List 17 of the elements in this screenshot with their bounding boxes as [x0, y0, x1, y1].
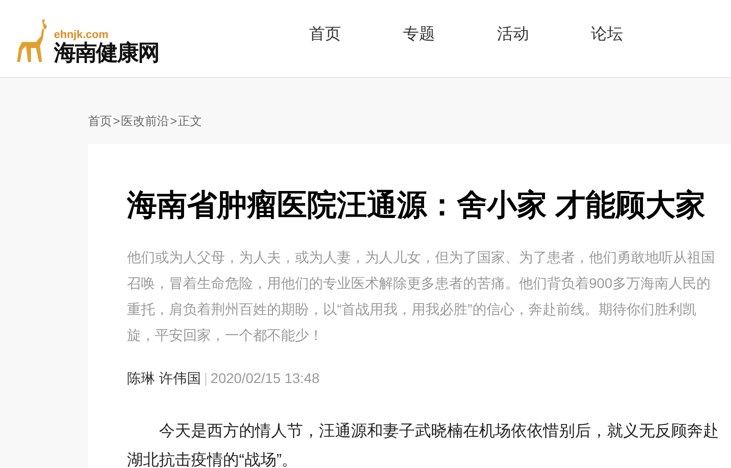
- meta-separator: |: [204, 369, 208, 388]
- breadcrumb-link[interactable]: 首页: [88, 112, 112, 130]
- logo-title: 海南健康网: [54, 42, 159, 64]
- breadcrumb-link[interactable]: 医改前沿: [121, 112, 170, 130]
- author-names: 陈琳 许伟国: [127, 369, 201, 388]
- nav-link[interactable]: 首页: [309, 22, 341, 46]
- breadcrumb-link[interactable]: 正文: [178, 112, 202, 130]
- article-summary: 他们或为人父母，为人夫，或为人妻，为人儿女，但为了国家、为了患者，他们勇敢地听从祖国召唤，冒着生命危险，用他们的专业医术解除更多患者的苦痛。他们背负着900多万海南人民的重托，肩负着荆州百姓的期盼，以“首战用我，用我必胜”的信心，奔赴前线。期待你们胜利凯旋，平安回家，一个都不能少！: [127, 248, 716, 345]
- logo-domain: ehnjk.com: [54, 30, 110, 40]
- nav-link[interactable]: 专题: [403, 22, 435, 46]
- nav-link[interactable]: 论坛: [591, 22, 623, 46]
- breadcrumb-separator: >: [170, 113, 178, 130]
- breadcrumb-separator: >: [113, 113, 120, 130]
- nav-link[interactable]: 活动: [497, 22, 529, 46]
- publish-date: 2020/02/15 13:48: [210, 369, 320, 388]
- article-paragraph: 今天是西方的情人节，汪通源和妻子武晓楠在机场依依惜别后，就义无反顾奔赴湖北抗击疫情的“战场”。: [127, 422, 720, 468]
- article-title: 海南省肿瘤医院汪通源：舍小家 才能顾大家: [127, 188, 706, 224]
